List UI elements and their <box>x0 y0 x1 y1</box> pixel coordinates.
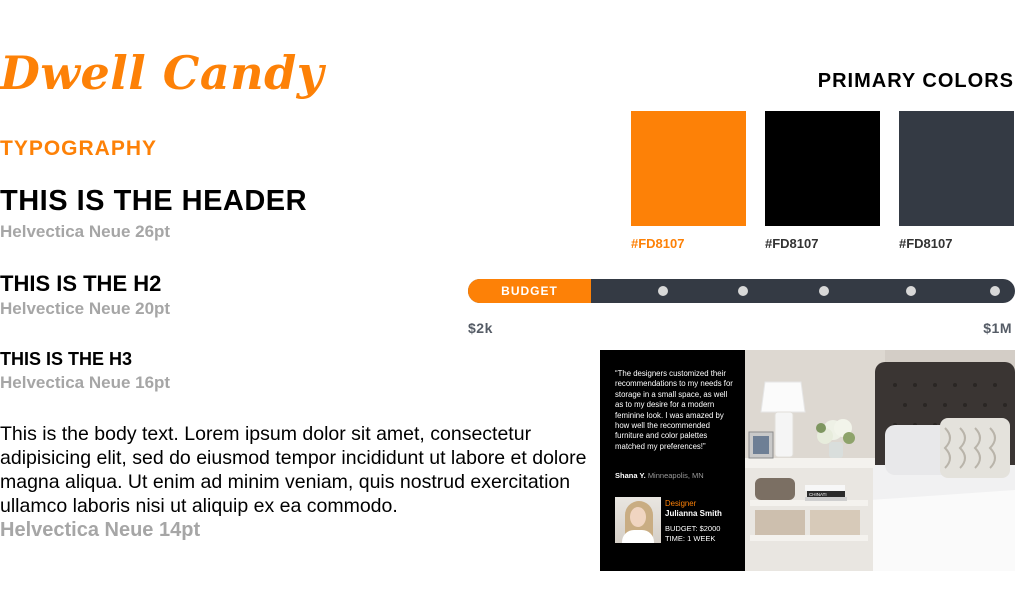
bedroom-photo: CHINATI <box>745 350 1015 571</box>
designer-budget: BUDGET: $2000 <box>665 524 721 533</box>
body-font-spec: Helvectica Neue 14pt <box>0 519 201 541</box>
testimonial-quote: “The designers customized their recommen… <box>615 369 733 451</box>
h2-sample: THIS IS THE H2 <box>0 271 162 296</box>
color-swatch-black <box>765 111 880 226</box>
primary-colors-title: PRIMARY COLORS <box>817 70 1014 92</box>
designer-role: Designer <box>665 499 697 508</box>
budget-slider-fill[interactable]: BUDGET <box>468 279 591 303</box>
designer-avatar <box>615 497 661 543</box>
budget-max-label: $1M <box>983 320 1012 336</box>
budget-slider[interactable]: BUDGET <box>468 279 1015 303</box>
slider-step-dot[interactable] <box>658 286 668 296</box>
header-sample: THIS IS THE HEADER <box>0 185 308 217</box>
slider-step-dot[interactable] <box>819 286 829 296</box>
testimonial-card: “The designers customized their recommen… <box>600 350 1015 571</box>
testimonial-author: Shana Y. Minneapolis, MN <box>615 471 704 480</box>
slider-step-dot[interactable] <box>738 286 748 296</box>
color-swatch-label: #FD8107 <box>899 236 953 251</box>
designer-name: Julianna Smith <box>665 509 722 518</box>
color-swatch-orange <box>631 111 746 226</box>
color-swatch-slate <box>899 111 1014 226</box>
slider-step-dot[interactable] <box>990 286 1000 296</box>
h3-sample: THIS IS THE H3 <box>0 349 133 369</box>
body-text-sample: This is the body text. Lorem ipsum dolor… <box>0 423 587 517</box>
color-swatch-label: #FD8107 <box>765 236 819 251</box>
author-name: Shana Y. <box>615 471 646 480</box>
designer-time: TIME: 1 WEEK <box>665 534 716 543</box>
typography-section-title: TYPOGRAPHY <box>0 137 158 160</box>
header-font-spec: Helvectica Neue 26pt <box>0 222 171 241</box>
slider-step-dot[interactable] <box>906 286 916 296</box>
bedroom-illustration: CHINATI <box>745 350 1015 571</box>
h2-font-spec: Helvectice Neue 20pt <box>0 299 171 318</box>
budget-min-label: $2k <box>468 320 493 336</box>
color-swatch-label: #FD8107 <box>631 236 685 251</box>
book-spine-text: CHINATI <box>809 492 827 497</box>
h3-font-spec: Helvectica Neue 16pt <box>0 373 171 392</box>
author-location: Minneapolis, MN <box>647 471 704 480</box>
brand-logo: Dwell Candy <box>0 46 324 100</box>
